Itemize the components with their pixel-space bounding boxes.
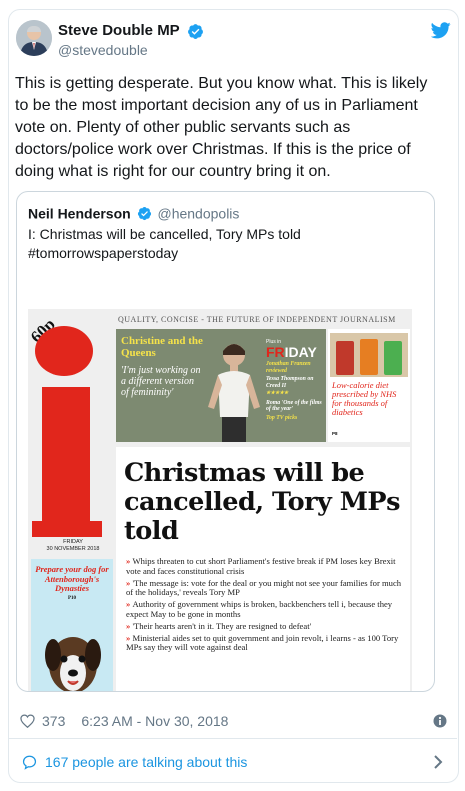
friday-title-red: FR (266, 344, 285, 360)
dog-promo-page: P10 (67, 595, 77, 601)
feature-quote: 'I'm just working on a different version… (121, 365, 201, 398)
comment-bubble-icon (22, 755, 37, 770)
friday-title-rest: IDAY (284, 344, 317, 360)
tweet-timestamp[interactable]: 6:23 AM - Nov 30, 2018 (81, 712, 228, 730)
bullet-text: Authority of government whips is broken,… (126, 599, 393, 619)
bullet-item: » Authority of government whips is broke… (126, 599, 393, 619)
like-count[interactable]: 373 (42, 712, 65, 730)
dateline-day: FRIDAY (63, 539, 83, 545)
newspaper-bullets: » Whips threaten to cut short Parliament… (126, 556, 408, 655)
quoted-tweet[interactable]: Neil Henderson @hendopolis I: Christmas … (16, 191, 435, 692)
tweet-meta: 373 6:23 AM - Nov 30, 2018 (20, 712, 228, 730)
author-block: Steve Double MP @stevedouble (58, 21, 204, 59)
dog-promo-panel: Prepare your dog for Attenborough's Dyna… (31, 559, 113, 691)
dog-photo (45, 637, 101, 691)
quoted-author-name: Neil Henderson (28, 205, 131, 222)
headline-area: Christmas will be cancelled, Tory MPs to… (116, 447, 410, 691)
quoted-author-handle: @hendopolis (157, 205, 240, 222)
bullet-item: » Ministerial aides set to quit governme… (126, 632, 399, 653)
twitter-bird-icon[interactable] (430, 22, 451, 39)
heart-icon[interactable] (20, 714, 35, 728)
bullet-item: » Whips threaten to cut short Parliament… (126, 556, 396, 576)
dateline-date: 30 NOVEMBER 2018 (46, 546, 100, 552)
quoted-verified-badge-icon (137, 206, 152, 221)
newspaper-headline: Christmas will be cancelled, Tory MPs to… (124, 458, 400, 546)
diet-story-text: Low-calorie diet prescribed by NHS for t… (332, 380, 397, 417)
newspaper-masthead-line: QUALITY, CONCISE - THE FUTURE OF INDEPEN… (118, 315, 396, 324)
diet-story-page: P8 (332, 431, 338, 436)
friday-magazine-promo: Plus in FRIDAY Jonathan Franzen reviewed… (266, 339, 324, 421)
friday-item-tv: Top TV picks (266, 414, 298, 421)
bullet-text: 'Their hearts aren't in it. They are res… (132, 620, 312, 631)
feature-panel-christine: Christine and the Queens 'I'm just worki… (116, 329, 326, 442)
author-handle[interactable]: @stevedouble (58, 41, 204, 59)
tweet-text: This is getting desperate. But you know … (15, 75, 428, 180)
dog-promo-headline: Prepare your dog for Attenborough's Dyna… (35, 564, 109, 593)
juices-photo (330, 333, 408, 377)
footer-divider (8, 738, 457, 739)
dog-promo-text: Prepare your dog for Attenborough's Dyna… (35, 564, 109, 603)
friday-item-roma: Roma 'One of the films of the year' (266, 399, 322, 413)
author-name[interactable]: Steve Double MP (58, 21, 180, 41)
feature-title: Christine and the Queens (121, 335, 203, 359)
bullet-text: Ministerial aides set to quit government… (126, 632, 399, 653)
quoted-author: Neil Henderson @hendopolis (28, 203, 239, 222)
talking-about-text[interactable]: 167 people are talking about this (45, 753, 247, 771)
friday-title: FRIDAY (266, 345, 324, 359)
verified-badge-icon (187, 23, 204, 40)
bullet-text: 'The message is: vote for the deal or yo… (126, 577, 402, 598)
friday-item-stars: ★★★★★ (266, 391, 289, 396)
info-icon[interactable] (433, 714, 447, 728)
i-logo-stem (42, 387, 90, 533)
newspaper-front-page-image[interactable]: 60p QUALITY, CONCISE - THE FUTURE OF IND… (28, 309, 412, 691)
i-logo-base (32, 521, 102, 537)
talking-about-link[interactable]: 167 people are talking about this (22, 753, 247, 771)
bullet-item: » 'The message is: vote for the deal or … (126, 577, 402, 598)
bullet-text: Whips threaten to cut short Parliament's… (126, 556, 396, 576)
quoted-tweet-text: I: Christmas will be cancelled, Tory MPs… (28, 226, 301, 261)
avatar[interactable] (16, 20, 52, 56)
chevron-right-icon[interactable] (433, 755, 443, 769)
friday-item-thompson: Tessa Thompson on Creed II (266, 376, 314, 389)
feature-photo (208, 344, 260, 442)
feature-panel-diet: Low-calorie diet prescribed by NHS for t… (328, 329, 410, 442)
newspaper-dateline: FRIDAY 30 NOVEMBER 2018 (36, 539, 110, 553)
bullet-item: » 'Their hearts aren't in it. They are r… (126, 620, 312, 631)
i-logo-dot (35, 326, 93, 376)
friday-item-franzen: Jonathan Franzen reviewed (266, 361, 311, 374)
